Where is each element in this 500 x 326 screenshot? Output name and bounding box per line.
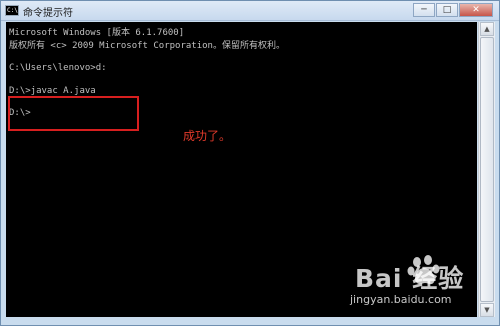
maximize-icon: □ [442,5,452,15]
title-bar[interactable]: C:\ 命令提示符 ─ □ ✕ [1,1,499,21]
console-line: D:\>javac A.java [9,86,96,96]
baidu-watermark: Bai 经验 jingyan.baidu.com [340,252,500,326]
highlight-box [8,96,139,131]
console-line: 版权所有 <c> 2009 Microsoft Corporation。保留所有… [9,41,285,51]
window-title: 命令提示符 [23,8,73,19]
minimize-button[interactable]: ─ [413,3,435,17]
window-controls: ─ □ ✕ [412,3,493,18]
minimize-icon: ─ [421,5,427,15]
console-line: C:\Users\lenovo>d: [9,63,107,73]
scroll-up-icon[interactable]: ▲ [480,22,494,36]
watermark-url: jingyan.baidu.com [350,293,452,306]
cmd-icon: C:\ [5,5,19,16]
success-annotation: 成功了。 [183,129,232,143]
close-button[interactable]: ✕ [459,3,493,17]
paw-icon [407,255,440,285]
console-line: Microsoft Windows [版本 6.1.7600] [9,28,185,38]
close-icon: ✕ [472,5,480,15]
maximize-button[interactable]: □ [436,3,458,17]
